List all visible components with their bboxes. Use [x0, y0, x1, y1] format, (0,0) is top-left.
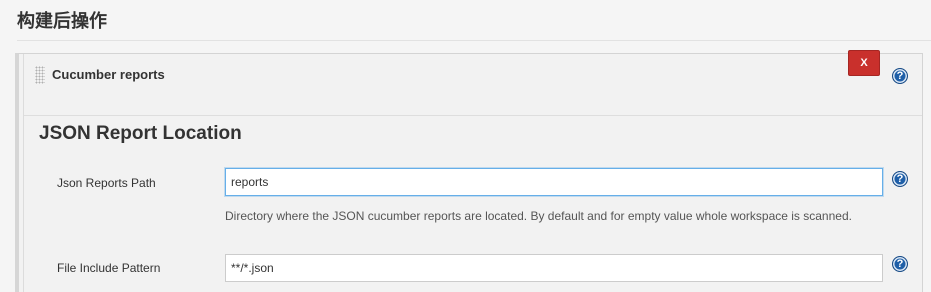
section-divider [17, 40, 931, 41]
step-help-icon[interactable]: ? [892, 68, 908, 84]
json-report-location-title: JSON Report Location [39, 123, 242, 144]
file-include-pattern-label: File Include Pattern [57, 261, 161, 275]
json-reports-path-label: Json Reports Path [57, 176, 156, 190]
json-reports-path-description: Directory where the JSON cucumber report… [225, 209, 852, 223]
file-include-pattern-input[interactable] [225, 254, 883, 282]
panel-inner-border [23, 54, 24, 292]
cucumber-reports-step: Cucumber reports X ? JSON Report Locatio… [15, 50, 923, 292]
step-header-rule [24, 115, 922, 116]
json-reports-path-input[interactable] [225, 168, 883, 196]
json-reports-path-help-icon[interactable]: ? [892, 171, 908, 187]
post-build-actions-page: 构建后操作 Cucumber reports X ? JSON Report L… [0, 0, 931, 292]
drag-handle-icon[interactable] [35, 66, 45, 84]
section-title: 构建后操作 [17, 11, 107, 32]
delete-step-button[interactable]: X [848, 50, 880, 76]
step-name: Cucumber reports [52, 67, 165, 82]
file-include-pattern-help-icon[interactable]: ? [892, 256, 908, 272]
